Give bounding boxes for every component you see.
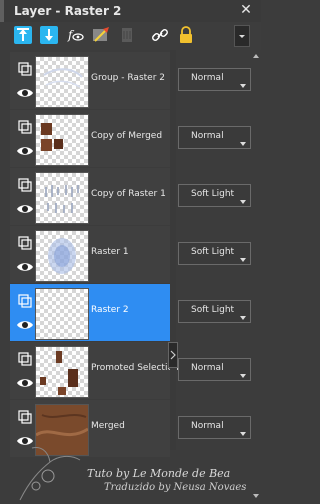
delete-layer-icon[interactable]: [117, 25, 137, 45]
thumb-art: [43, 68, 83, 88]
blend-mode-select[interactable]: Normal: [178, 358, 251, 381]
thumb-art: [40, 351, 78, 395]
layer-thumbnail[interactable]: [35, 288, 89, 340]
layer-thumbnail[interactable]: [35, 346, 89, 398]
layer-thumbnail[interactable]: [35, 56, 89, 108]
blend-mode-value: Normal: [191, 421, 224, 431]
layer-type-icon[interactable]: [16, 234, 34, 252]
visibility-eye-icon[interactable]: [16, 84, 34, 102]
layer-name: Group - Raster 2: [91, 73, 165, 83]
layers-palette: Layer - Raster 2 ✕ f Group - Raster 2 No…: [0, 0, 261, 504]
scroll-down-icon[interactable]: [252, 492, 260, 500]
layer-thumbnail[interactable]: [35, 172, 89, 224]
visibility-eye-icon[interactable]: [16, 142, 34, 160]
layer-type-icon[interactable]: [16, 292, 34, 310]
watermark-line-2: Traduzido by Neusa Novaes: [104, 482, 247, 493]
blend-mode-value: Soft Light: [191, 305, 235, 315]
layer-type-icon[interactable]: [16, 350, 34, 368]
new-mask-layer-icon[interactable]: f: [65, 25, 85, 45]
layer-row[interactable]: Raster 1 Soft Light: [0, 226, 261, 284]
layer-name: Copy of Raster 1: [91, 189, 166, 199]
chevron-down-icon: [239, 191, 247, 204]
dropdown-arrow-icon: [239, 35, 245, 38]
splitter-handle[interactable]: [168, 342, 178, 368]
layer-name: Raster 1: [91, 247, 129, 257]
visibility-eye-icon[interactable]: [16, 200, 34, 218]
new-raster-layer-icon[interactable]: [13, 25, 33, 45]
watermark-line-1: Tuto by Le Monde de Bea: [87, 467, 231, 480]
watermark-decoration: [19, 447, 81, 501]
layer-row[interactable]: Copy of Raster 1 Soft Light: [0, 168, 261, 226]
layer-name: Promoted Selection: [91, 363, 179, 373]
lock-icon[interactable]: [176, 25, 196, 45]
layer-thumbnail[interactable]: [35, 114, 89, 166]
chevron-down-icon: [239, 75, 247, 88]
new-vector-layer-icon[interactable]: [39, 25, 59, 45]
blend-mode-value: Soft Light: [191, 247, 235, 257]
blend-mode-select[interactable]: Soft Light: [178, 184, 251, 207]
thumb-art: [48, 238, 76, 274]
new-adjustment-layer-icon[interactable]: [91, 25, 111, 45]
layer-row[interactable]: Raster 2 Soft Light: [0, 284, 261, 342]
blend-mode-select[interactable]: Soft Light: [178, 300, 251, 323]
chevron-down-icon: [239, 307, 247, 320]
scroll-up-icon[interactable]: [252, 52, 260, 60]
layer-name: Merged: [91, 421, 125, 431]
layer-type-icon[interactable]: [16, 408, 34, 426]
palette-menu-button[interactable]: [234, 25, 250, 47]
layer-name: Raster 2: [91, 305, 129, 315]
chevron-down-icon: [239, 249, 247, 262]
layers-toolbar: f: [0, 22, 261, 50]
link-layers-icon[interactable]: [150, 25, 170, 45]
layer-row-background[interactable]: [10, 284, 170, 341]
chevron-down-icon: [239, 365, 247, 378]
thumb-art: [41, 123, 63, 151]
layer-row[interactable]: Group - Raster 2 Normal: [0, 52, 261, 110]
close-icon[interactable]: ✕: [238, 2, 254, 18]
layer-row-background[interactable]: [10, 226, 170, 283]
drag-grip[interactable]: [0, 0, 4, 22]
blend-mode-value: Normal: [191, 131, 224, 141]
thumb-art: [45, 185, 79, 213]
visibility-eye-icon[interactable]: [16, 316, 34, 334]
blend-mode-value: Normal: [191, 363, 224, 373]
layer-type-icon[interactable]: [16, 176, 34, 194]
layer-type-icon[interactable]: [16, 60, 34, 78]
chevron-down-icon: [239, 423, 247, 436]
chevron-down-icon: [239, 133, 247, 146]
layer-row[interactable]: Copy of Merged Normal: [0, 110, 261, 168]
blend-mode-value: Soft Light: [191, 189, 235, 199]
layers-list: Group - Raster 2 Normal Copy of Merged Norm…: [0, 50, 261, 504]
palette-title: Layer - Raster 2: [14, 4, 122, 18]
blend-mode-select[interactable]: Normal: [178, 416, 251, 439]
layer-row[interactable]: Promoted Selection Normal: [0, 342, 261, 400]
panel-splitter[interactable]: [170, 50, 176, 450]
blend-mode-select[interactable]: Soft Light: [178, 242, 251, 265]
visibility-eye-icon[interactable]: [16, 258, 34, 276]
layer-type-icon[interactable]: [16, 118, 34, 136]
blend-mode-value: Normal: [191, 73, 224, 83]
blend-mode-select[interactable]: Normal: [178, 68, 251, 91]
title-bar: Layer - Raster 2 ✕: [0, 0, 261, 22]
layer-thumbnail[interactable]: [35, 230, 89, 282]
visibility-eye-icon[interactable]: [16, 374, 34, 392]
layer-name: Copy of Merged: [91, 131, 163, 141]
blend-mode-select[interactable]: Normal: [178, 126, 251, 149]
